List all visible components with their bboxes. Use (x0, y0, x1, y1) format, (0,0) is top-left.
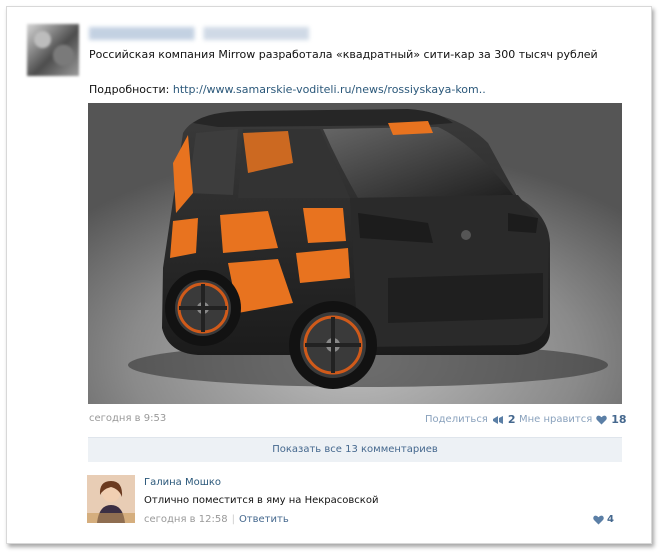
post-card: Российская компания Mirrow разработала «… (6, 6, 652, 544)
likes-label: Мне нравится (519, 414, 593, 425)
show-all-comments-button[interactable]: Показать все 13 комментариев (88, 437, 622, 462)
likes-count: 18 (611, 413, 627, 426)
details-link[interactable]: http://www.samarskie-voditeli.ru/news/ro… (173, 83, 486, 96)
comment-text: Отлично поместится в яму на Некрасовской (144, 495, 379, 506)
post-photo[interactable] (88, 103, 622, 404)
city-car-image (88, 103, 622, 404)
comment-meta: сегодня в 12:58 | Ответить (144, 514, 289, 525)
post-timestamp[interactable]: сегодня в 9:53 (89, 413, 166, 424)
post-text: Российская компания Mirrow разработала «… (89, 48, 598, 61)
megaphone-icon (492, 415, 503, 424)
author-name-blurred[interactable] (89, 27, 309, 40)
reply-link[interactable]: Ответить (239, 514, 289, 525)
author-avatar[interactable] (27, 24, 79, 76)
comment-like-button[interactable]: 4 (593, 514, 614, 525)
post-details: Подробности: http://www.samarskie-vodite… (89, 83, 486, 96)
comment-author-name[interactable]: Галина Мошко (144, 477, 221, 488)
comment-author-avatar[interactable] (87, 475, 135, 523)
share-count: 2 (507, 413, 516, 426)
share-button[interactable]: Поделиться 2 (425, 413, 515, 426)
comment-likes-count: 4 (607, 514, 614, 525)
like-button[interactable]: Мне нравится 18 (519, 413, 627, 426)
share-label: Поделиться (425, 414, 488, 425)
avatar (87, 475, 135, 523)
details-label: Подробности: (89, 83, 173, 96)
separator: | (231, 514, 235, 525)
heart-icon (596, 415, 607, 424)
heart-icon (593, 515, 604, 524)
comment-timestamp[interactable]: сегодня в 12:58 (144, 514, 228, 525)
